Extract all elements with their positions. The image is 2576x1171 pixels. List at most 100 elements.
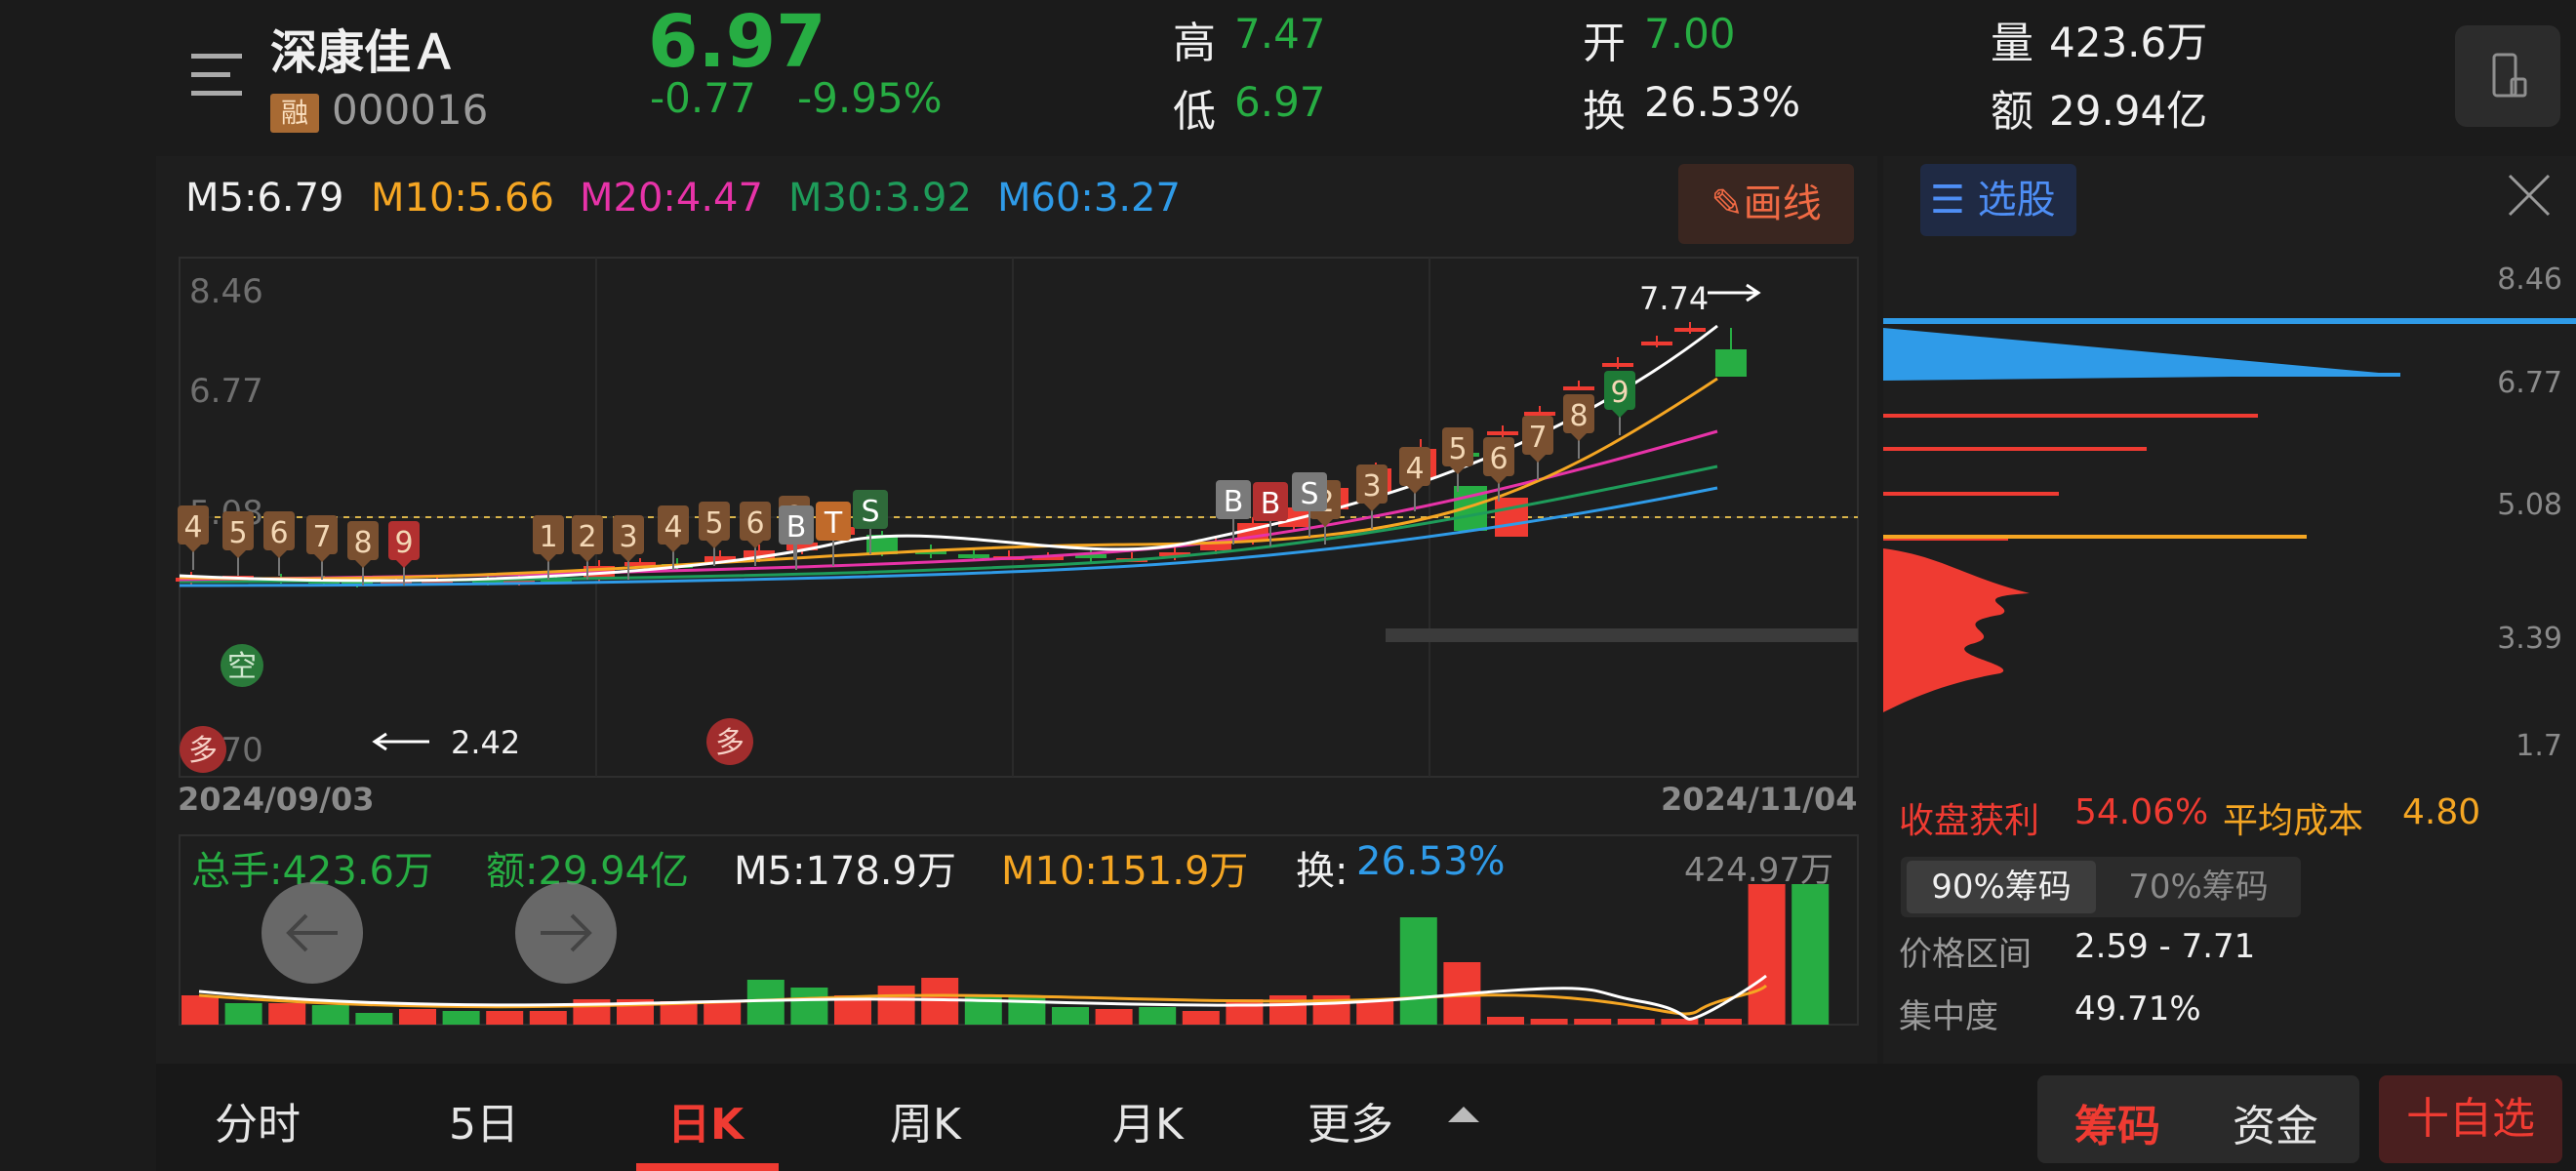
volume-bar: [1617, 1019, 1655, 1025]
signal-number: 9: [394, 526, 413, 560]
arrow-left-circle-icon: [286, 913, 338, 952]
signal-number: 2: [578, 520, 596, 554]
tab-70-chips[interactable]: 70%筹码: [2104, 861, 2293, 913]
signal-pointer: [1612, 410, 1628, 418]
scroll-right-button[interactable]: [515, 882, 617, 984]
phone-rotate-icon: [2492, 53, 2527, 98]
signal-pointer: [396, 560, 412, 568]
chip-y-label-1: 8.46: [2497, 262, 2562, 297]
signal-marker: 8: [1563, 394, 1594, 459]
signal-pointer: [1407, 486, 1423, 494]
signal-marker: 5: [1442, 427, 1473, 492]
turnover-value: 26.53%: [1644, 78, 1801, 126]
chip-bars: [1883, 318, 2576, 712]
low-value: 6.97: [1234, 78, 1326, 126]
signal-marker: 9: [1604, 371, 1635, 435]
signal-pointer: [314, 554, 330, 562]
signal-pointer: [621, 554, 636, 562]
arrow-right-circle-icon: [541, 913, 592, 952]
volume-bar: [442, 1011, 480, 1025]
signal-number: 4: [1405, 452, 1424, 486]
end-date-label: 2024/11/04: [1661, 781, 1858, 818]
tab-90-chips[interactable]: 90%筹码: [1907, 861, 2096, 913]
menu-icon-line: [191, 72, 230, 77]
volume-bar: [1226, 999, 1264, 1025]
signal-number: 5: [1448, 432, 1467, 466]
kline-chart-panel: M5:6.79 M10:5.66 M20:4.47 M30:3.92 M60:3…: [156, 156, 1877, 1064]
signal-pointer: [580, 554, 595, 562]
signal-pointer: [1364, 504, 1380, 511]
close-panel-button[interactable]: [2504, 170, 2555, 221]
landscape-toggle-button[interactable]: [2455, 25, 2560, 127]
signal-pointer: [355, 560, 371, 568]
stock-code: 000016: [332, 86, 489, 134]
tab-5day[interactable]: 5日: [449, 1089, 519, 1151]
signal-number: 1: [539, 520, 557, 554]
add-watchlist-button[interactable]: 十自选: [2379, 1075, 2562, 1163]
signal-letter: S: [861, 495, 879, 529]
volume-label: 量: [1991, 19, 2033, 68]
candle-body: [1563, 386, 1594, 390]
vol-turn-value: 26.53%: [1356, 839, 1506, 884]
volume-bar: [268, 1003, 306, 1025]
stock-app: 深康佳Ａ 融 000016 6.97 -0.77 -9.95% 高 7.47 低…: [0, 0, 2576, 1171]
fund-button[interactable]: 资金: [2233, 1091, 2318, 1153]
volume-bar: [399, 1009, 436, 1025]
signal-number: 6: [1489, 442, 1508, 476]
volume-bar: [311, 1005, 349, 1025]
kong-signal-text: 空: [227, 650, 257, 684]
volume-bar: [1139, 1007, 1177, 1025]
stock-picker-button[interactable]: ☰ 选股: [1920, 164, 2076, 236]
tab-monthly-k[interactable]: 月K: [1112, 1089, 1184, 1151]
candle-body: [958, 554, 989, 558]
high-value: 7.47: [1234, 10, 1326, 58]
duo-signal-text: 多: [188, 734, 218, 768]
signal-pointer: [706, 541, 722, 548]
open-value: 7.00: [1644, 10, 1736, 58]
signal-number: 4: [183, 510, 202, 545]
signal-number: 7: [312, 520, 331, 554]
signal-letter: B: [786, 510, 807, 545]
signal-marker: 6: [263, 511, 295, 576]
chip-area-blue: [1883, 328, 2400, 381]
signal-number: 8: [353, 526, 372, 560]
signal-number: 5: [704, 506, 723, 541]
price-range-value: 2.59 - 7.71: [2074, 927, 2256, 966]
profit-label: 收盘获利: [1899, 801, 2040, 841]
volume-bar: [1705, 1019, 1742, 1025]
signal-letter: B: [1224, 485, 1244, 519]
tab-timeshare[interactable]: 分时: [215, 1089, 301, 1151]
menu-icon-line: [191, 54, 242, 59]
signal-number: 6: [745, 506, 764, 541]
chip-bar-blue: [1883, 318, 2576, 324]
tab-weekly-k[interactable]: 周K: [890, 1089, 961, 1151]
caret-up-icon[interactable]: [1448, 1107, 1479, 1122]
signal-marker: 7: [306, 515, 338, 580]
chip-bar-red: [1883, 492, 2059, 496]
signal-marker: 5: [222, 511, 254, 576]
volume-bar: [1399, 917, 1437, 1025]
volume-value: 423.6万: [2049, 19, 2208, 66]
concentration-label: 集中度: [1899, 997, 1998, 1036]
max-price-label: 7.74: [1639, 280, 1709, 317]
current-price: 6.97: [648, 0, 826, 84]
candle-body: [1487, 431, 1518, 435]
list-icon: ☰: [1930, 178, 1965, 222]
price-change-pct: -9.95%: [797, 74, 943, 122]
chip-bar-red: [1883, 414, 2258, 418]
signal-letter: T: [824, 506, 843, 541]
chip-bar-blue: [1883, 373, 2400, 377]
turnover-label: 换: [1583, 87, 1626, 137]
price-change: -0.77: [650, 74, 756, 122]
tab-more[interactable]: 更多: [1308, 1089, 1393, 1151]
avg-cost-label: 平均成本: [2223, 801, 2364, 841]
close-icon: [2508, 174, 2551, 217]
tab-daily-k[interactable]: 日K: [667, 1089, 744, 1151]
kline-canvas[interactable]: 8.46 6.77 5.08 1.70 45678912345683456789…: [156, 156, 1877, 1064]
chip-bar-red: [1883, 447, 2147, 451]
concentration-value: 49.71%: [2074, 989, 2201, 1029]
signal-marker: 4: [1399, 447, 1430, 511]
volume-bar: [529, 1011, 567, 1025]
chip-button[interactable]: 筹码: [2074, 1091, 2160, 1153]
scroll-left-button[interactable]: [262, 882, 363, 984]
